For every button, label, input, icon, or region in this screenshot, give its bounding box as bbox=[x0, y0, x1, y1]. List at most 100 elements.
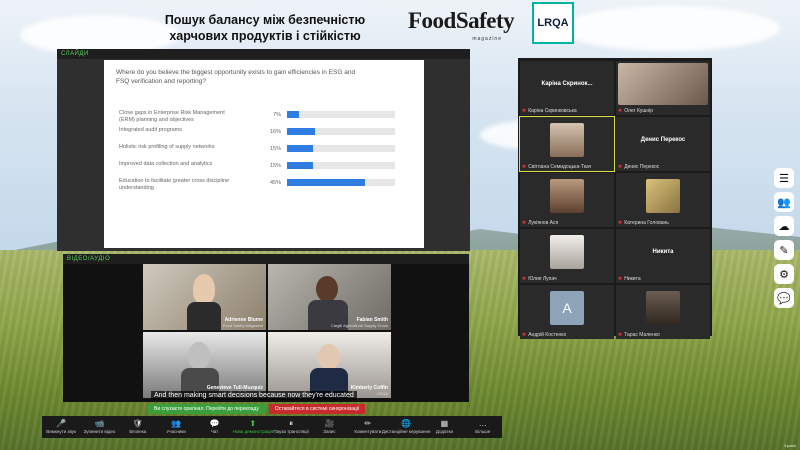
participants-grid[interactable]: Каріна Скринок... ✖ Каріна Скринковська ✖… bbox=[518, 58, 712, 339]
participant-video bbox=[618, 63, 708, 105]
speaker-avatar bbox=[318, 344, 340, 370]
toolbar-button[interactable]: 🎥 Запис bbox=[310, 419, 348, 435]
menu-icon[interactable]: ☰ bbox=[774, 168, 794, 188]
participant-avatar: A bbox=[550, 291, 584, 325]
toolbar-button[interactable]: 💬 Чат bbox=[195, 419, 233, 435]
poll-slide: Where do you believe the biggest opportu… bbox=[104, 60, 424, 248]
participant-tile[interactable]: ✖ Олег Кушнір bbox=[616, 61, 710, 115]
pen-icon[interactable]: ✎ bbox=[774, 240, 794, 260]
poll-option-bar bbox=[287, 145, 395, 152]
toolbar-label: Безпека bbox=[129, 429, 147, 434]
toolbar-label: Учасники bbox=[166, 429, 186, 434]
participant-name: Никита bbox=[624, 276, 641, 282]
poll-question: Where do you believe the biggest opportu… bbox=[116, 69, 356, 85]
mic-muted-icon: ✖ bbox=[618, 108, 623, 114]
poll-option-fill bbox=[287, 128, 315, 135]
side-toolbar: ☰ 👥 ☁ ✎ ⚙ 💬 bbox=[774, 168, 796, 312]
toolbar-button[interactable]: ⏸ Пауза трансляції bbox=[272, 419, 310, 435]
toolbar-icon: 🎥 bbox=[324, 419, 335, 428]
poll-option-percent: 7% bbox=[273, 112, 281, 118]
speaker-avatar bbox=[188, 342, 210, 370]
participant-label: ✖ Катерина Головань bbox=[618, 220, 669, 226]
poll-option-label: Close gaps in Enterprise Risk Management… bbox=[119, 110, 225, 123]
poll-option-label: Integrated audit programs bbox=[119, 127, 182, 133]
toolbar-button[interactable]: ▦ Додатки bbox=[425, 419, 463, 435]
toolbar-button[interactable]: 🌐 Дистанційне керування bbox=[382, 419, 431, 435]
live-caption: And then making smart decisions because … bbox=[151, 391, 357, 400]
participant-display-name: Денис Перекос bbox=[640, 137, 686, 143]
title-line-2: харчових продуктів і стійкістю bbox=[169, 29, 361, 43]
chat-icon[interactable]: 💬 bbox=[774, 288, 794, 308]
users-icon[interactable]: 👥 bbox=[774, 192, 794, 212]
speaker-org: LRQA bbox=[377, 391, 388, 396]
participant-label: ✖ Лукіянов Ася bbox=[522, 220, 558, 226]
participant-name: Андрій Костенко bbox=[528, 332, 567, 338]
food-safety-logo: FoodSafety magazine bbox=[408, 8, 515, 42]
toolbar-button[interactable]: 📹 Зупинити відео bbox=[80, 419, 118, 435]
poll-option-percent: 15% bbox=[269, 146, 281, 152]
video-window[interactable]: ВІДЕО/АУДІО Adrienne Blume Food Safety M… bbox=[63, 254, 469, 402]
participant-tile[interactable]: ✖ Юлия Лупач bbox=[520, 229, 614, 283]
poll-option-bar bbox=[287, 162, 395, 169]
participant-avatar bbox=[550, 179, 584, 213]
share-icon[interactable]: ⚙ bbox=[774, 264, 794, 284]
participant-label: ✖ Денис Перекос bbox=[618, 164, 659, 170]
toolbar-label: Чат bbox=[210, 429, 219, 434]
video-tile[interactable]: Adrienne Blume Food Safety Magazine bbox=[143, 264, 266, 330]
poll-option-label: Improved data collection and analytics bbox=[119, 161, 213, 167]
toolbar-icon: 🌐 bbox=[401, 419, 412, 428]
poll-option-bar bbox=[287, 179, 395, 186]
poll-option: Holistic risk profiling of supply networ… bbox=[119, 144, 399, 160]
poll-option-fill bbox=[287, 179, 365, 186]
toolbar-icon: 💬 bbox=[209, 419, 220, 428]
toolbar-button[interactable]: 🛡 Безпека bbox=[119, 419, 157, 435]
upload-icon[interactable]: ☁ bbox=[774, 216, 794, 236]
participant-name: Тарас Маленко bbox=[624, 332, 660, 338]
poll-option-percent: 16% bbox=[269, 129, 281, 135]
video-tile[interactable]: Genevieve Tull-Muzquiz Company bbox=[143, 332, 266, 398]
translation-toggle[interactable]: Ви слухаєте оригінал. Перейти до перекла… bbox=[148, 404, 265, 414]
toolbar-icon: ⏸ bbox=[289, 419, 294, 428]
participant-tile[interactable]: ✖ Катерина Головань bbox=[616, 173, 710, 227]
video-tile[interactable]: Kimberly Coffin LRQA bbox=[268, 332, 391, 398]
poll-option-fill bbox=[287, 111, 300, 118]
participant-label: ✖ Юлия Лупач bbox=[522, 276, 557, 282]
mic-muted-icon: ✖ bbox=[522, 332, 527, 338]
toolbar-button[interactable]: … Більше bbox=[464, 419, 502, 435]
participant-label: ✖ Никита bbox=[618, 276, 641, 282]
participant-tile[interactable]: Денис Перекос ✖ Денис Перекос bbox=[616, 117, 710, 171]
logo-sub: magazine bbox=[472, 36, 502, 42]
participant-tile[interactable]: ✖ Тарас Маленко bbox=[616, 285, 710, 339]
meeting-toolbar: 🎤 Вимкнути звук 📹 Зупинити відео 🛡 Безпека 👥 Уч… bbox=[42, 416, 502, 438]
participant-tile[interactable]: A ✖ Андрій Костенко bbox=[520, 285, 614, 339]
translation-bar: Ви слухаєте оригінал. Перейти до перекла… bbox=[148, 404, 366, 414]
participant-avatar bbox=[550, 123, 584, 157]
video-tile[interactable]: Fabian Smith Cargill Agricultural Supply… bbox=[268, 264, 391, 330]
participant-label: ✖ Каріна Скринковська bbox=[522, 108, 577, 114]
mic-muted-icon: ✖ bbox=[618, 332, 623, 338]
participant-tile[interactable]: ✖ Лукіянов Ася bbox=[520, 173, 614, 227]
toolbar-button[interactable]: ⬆ Нова демонстрація bbox=[233, 419, 273, 435]
participant-tile[interactable]: Никита ✖ Никита bbox=[616, 229, 710, 283]
toolbar-label: Вимкнути звук bbox=[46, 429, 77, 434]
speaker-org: Cargill Agricultural Supply Chain bbox=[330, 323, 388, 328]
toolbar-label: Більше bbox=[475, 429, 491, 434]
toolbar-icon: ▦ bbox=[440, 419, 449, 428]
toolbar-button[interactable]: 👥 Учасники bbox=[157, 419, 195, 435]
participant-tile[interactable]: Каріна Скринок... ✖ Каріна Скринковська bbox=[520, 61, 614, 115]
poll-option-label: Education to facilitate greater cross di… bbox=[119, 178, 230, 191]
participant-label: ✖ Олег Кушнір bbox=[618, 108, 653, 114]
participant-name: Олег Кушнір bbox=[624, 108, 654, 114]
participant-tile[interactable]: ✖ Світлана Семидоцька-Ткач bbox=[519, 116, 615, 172]
toolbar-icon: 👥 bbox=[171, 419, 182, 428]
sync-notice[interactable]: Оставайтеся в системі синхронізації bbox=[268, 404, 366, 414]
participant-display-name: Каріна Скринок... bbox=[541, 81, 593, 87]
toolbar-button[interactable]: 🎤 Вимкнути звук bbox=[42, 419, 80, 435]
mic-muted-icon: ✖ bbox=[618, 220, 623, 226]
page-title: Пошук балансу між безпечністю харчових п… bbox=[150, 12, 380, 44]
slides-window[interactable]: СЛАЙДИ Where do you believe the biggest … bbox=[57, 49, 470, 251]
mic-muted-icon: ✖ bbox=[522, 220, 527, 226]
participant-avatar bbox=[550, 235, 584, 269]
toolbar-label: Запис bbox=[323, 429, 336, 434]
toolbar-icon: ✏ bbox=[364, 419, 372, 428]
